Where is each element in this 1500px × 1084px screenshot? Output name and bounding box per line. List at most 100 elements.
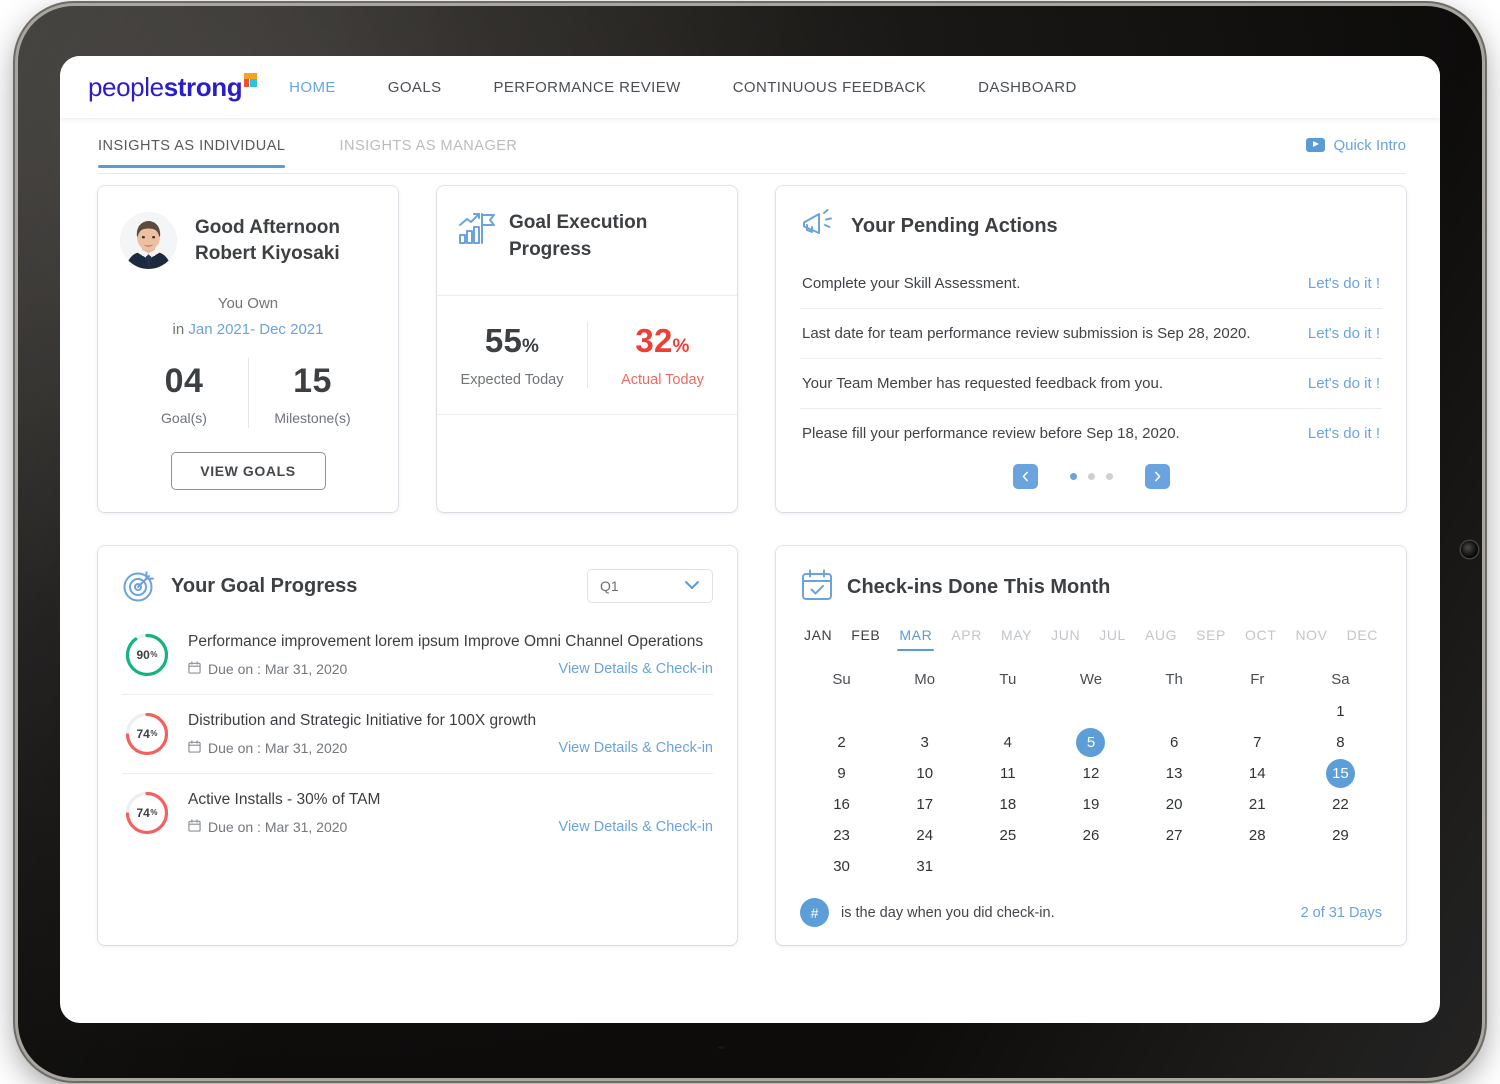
calendar-day-empty	[966, 696, 1049, 727]
quick-intro-button[interactable]: Quick Intro	[1306, 137, 1406, 166]
progress-ring-label: 90%	[124, 632, 170, 678]
calendar-day-cell: 22	[1299, 789, 1382, 820]
calendar-day-9[interactable]: 9	[827, 759, 856, 788]
calendar-day-14[interactable]: 14	[1243, 759, 1272, 788]
tab-insights-as-manager[interactable]: INSIGHTS AS MANAGER	[339, 138, 517, 168]
goal-period-value[interactable]: Jan 2021- Dec 2021	[188, 321, 323, 338]
month-oct[interactable]: OCT	[1245, 627, 1276, 651]
pending-action-link[interactable]: Let's do it !	[1308, 325, 1380, 342]
pager-dot[interactable]	[1105, 473, 1113, 480]
calendar-day-24[interactable]: 24	[910, 821, 939, 850]
calendar-day-6[interactable]: 6	[1160, 728, 1189, 757]
logo-text-bold: strong	[163, 72, 243, 102]
month-sep[interactable]: SEP	[1196, 627, 1226, 651]
tab-insights-as-individual[interactable]: INSIGHTS AS INDIVIDUAL	[98, 138, 286, 168]
goal-execution-footer	[437, 415, 737, 512]
dow-fr: Fr	[1250, 671, 1265, 688]
expected-today-block: 55% Expected Today	[437, 322, 587, 388]
bottom-card-row: Your Goal Progress Q1 90 % Performance i…	[98, 546, 1406, 945]
calendar-day-5[interactable]: 5	[1076, 728, 1106, 757]
calendar-day-15[interactable]: 15	[1325, 759, 1355, 788]
month-mar[interactable]: MAR	[897, 627, 935, 651]
nav-item-performance-review[interactable]: PERFORMANCE REVIEW	[493, 73, 680, 102]
calendar-day-26[interactable]: 26	[1076, 821, 1105, 850]
calendar-day-7[interactable]: 7	[1243, 728, 1272, 757]
nav-item-goals[interactable]: GOALS	[388, 73, 442, 102]
peoplestrong-logo[interactable]: peoplestrong	[88, 72, 258, 102]
calendar-day-23[interactable]: 23	[827, 821, 856, 850]
calendar-day-cell: 26	[1049, 820, 1132, 851]
tab-bar-divider	[98, 173, 1406, 174]
goal-view-details-link[interactable]: View Details & Check-in	[559, 661, 713, 677]
pending-action-link[interactable]: Let's do it !	[1308, 425, 1380, 442]
calendar-day-grid: 1 2 3 4 5 6 7 8 9 10 11 12 13 14 15 16 17 18 19 20 21 22 23 24 2…	[800, 696, 1382, 882]
calendar-day-cell: 7	[1216, 727, 1299, 758]
calendar-day-cell: 9	[800, 758, 883, 789]
goal-view-details-link[interactable]: View Details & Check-in	[559, 740, 713, 756]
pending-action-row: Please fill your performance review befo…	[800, 409, 1382, 458]
month-jun[interactable]: JUN	[1051, 627, 1080, 651]
month-aug[interactable]: AUG	[1145, 627, 1177, 651]
pager-dot[interactable]	[1087, 473, 1095, 480]
pending-actions-list: Complete your Skill Assessment. Let's do…	[800, 259, 1382, 458]
calendar-day-22[interactable]: 22	[1326, 790, 1355, 819]
pager-prev-button[interactable]	[1012, 464, 1038, 489]
calendar-day-10[interactable]: 10	[910, 759, 939, 788]
dow-mo: Mo	[914, 671, 936, 688]
checkin-legend-text: is the day when you did check-in.	[841, 904, 1055, 921]
pending-action-text: Complete your Skill Assessment.	[802, 275, 1021, 292]
megaphone-icon	[800, 208, 838, 245]
calendar-day-4[interactable]: 4	[993, 728, 1022, 757]
calendar-day-11[interactable]: 11	[993, 759, 1022, 788]
goal-execution-values: 55% Expected Today 32% Actual Today	[437, 296, 737, 415]
pending-action-link[interactable]: Let's do it !	[1308, 275, 1380, 292]
month-jan[interactable]: JAN	[804, 627, 832, 651]
calendar-day-empty	[1133, 696, 1216, 727]
view-goals-button[interactable]: VIEW GOALS	[170, 452, 326, 490]
month-apr[interactable]: APR	[951, 627, 982, 651]
calendar-day-3[interactable]: 3	[910, 728, 939, 757]
month-may[interactable]: MAY	[1001, 627, 1032, 651]
avatar	[120, 212, 177, 269]
checkin-count: 2 of 31 Days	[1301, 905, 1382, 921]
month-dec[interactable]: DEC	[1347, 627, 1378, 651]
calendar-day-20[interactable]: 20	[1160, 790, 1189, 819]
dow-sa: Sa	[1331, 671, 1350, 688]
pending-action-link[interactable]: Let's do it !	[1308, 375, 1380, 392]
pager-next-button[interactable]	[1144, 464, 1170, 489]
calendar-day-25[interactable]: 25	[993, 821, 1022, 850]
pager-dot[interactable]	[1069, 473, 1077, 480]
calendar-day-29[interactable]: 29	[1326, 821, 1355, 850]
goal-view-details-link[interactable]: View Details & Check-in	[559, 819, 713, 835]
calendar-day-30[interactable]: 30	[827, 852, 856, 881]
calendar-day-12[interactable]: 12	[1076, 759, 1105, 788]
pending-action-row: Complete your Skill Assessment. Let's do…	[800, 259, 1382, 309]
calendar-day-16[interactable]: 16	[827, 790, 856, 819]
calendar-day-18[interactable]: 18	[993, 790, 1022, 819]
calendar-day-cell: 16	[800, 789, 883, 820]
checkins-header: Check-ins Done This Month	[800, 568, 1382, 607]
calendar-day-31[interactable]: 31	[910, 852, 939, 881]
month-feb[interactable]: FEB	[851, 627, 880, 651]
calendar-day-1[interactable]: 1	[1326, 697, 1355, 726]
goal-execution-title-line1: Goal Execution	[509, 212, 648, 233]
nav-item-home[interactable]: HOME	[289, 73, 336, 102]
calendar-day-13[interactable]: 13	[1160, 759, 1189, 788]
calendar-day-27[interactable]: 27	[1160, 821, 1189, 850]
nav-item-continuous-feedback[interactable]: CONTINUOUS FEEDBACK	[733, 73, 926, 102]
calendar-day-cell: 2	[800, 727, 883, 758]
goal-progress-info: Performance improvement lorem ipsum Impr…	[188, 633, 713, 677]
calendar-day-19[interactable]: 19	[1076, 790, 1105, 819]
goal-due-date: Due on : Mar 31, 2020	[188, 661, 347, 677]
quarter-select[interactable]: Q1	[587, 569, 713, 603]
calendar-day-17[interactable]: 17	[910, 790, 939, 819]
calendar-day-8[interactable]: 8	[1326, 728, 1355, 757]
calendar-day-21[interactable]: 21	[1243, 790, 1272, 819]
stat-goals: 04 Goal(s)	[120, 358, 248, 428]
month-jul[interactable]: JUL	[1099, 627, 1126, 651]
month-nov[interactable]: NOV	[1295, 627, 1327, 651]
calendar-day-28[interactable]: 28	[1243, 821, 1272, 850]
nav-item-dashboard[interactable]: DASHBOARD	[978, 73, 1077, 102]
calendar-day-2[interactable]: 2	[827, 728, 856, 757]
stat-milestones-label: Milestone(s)	[274, 410, 351, 426]
